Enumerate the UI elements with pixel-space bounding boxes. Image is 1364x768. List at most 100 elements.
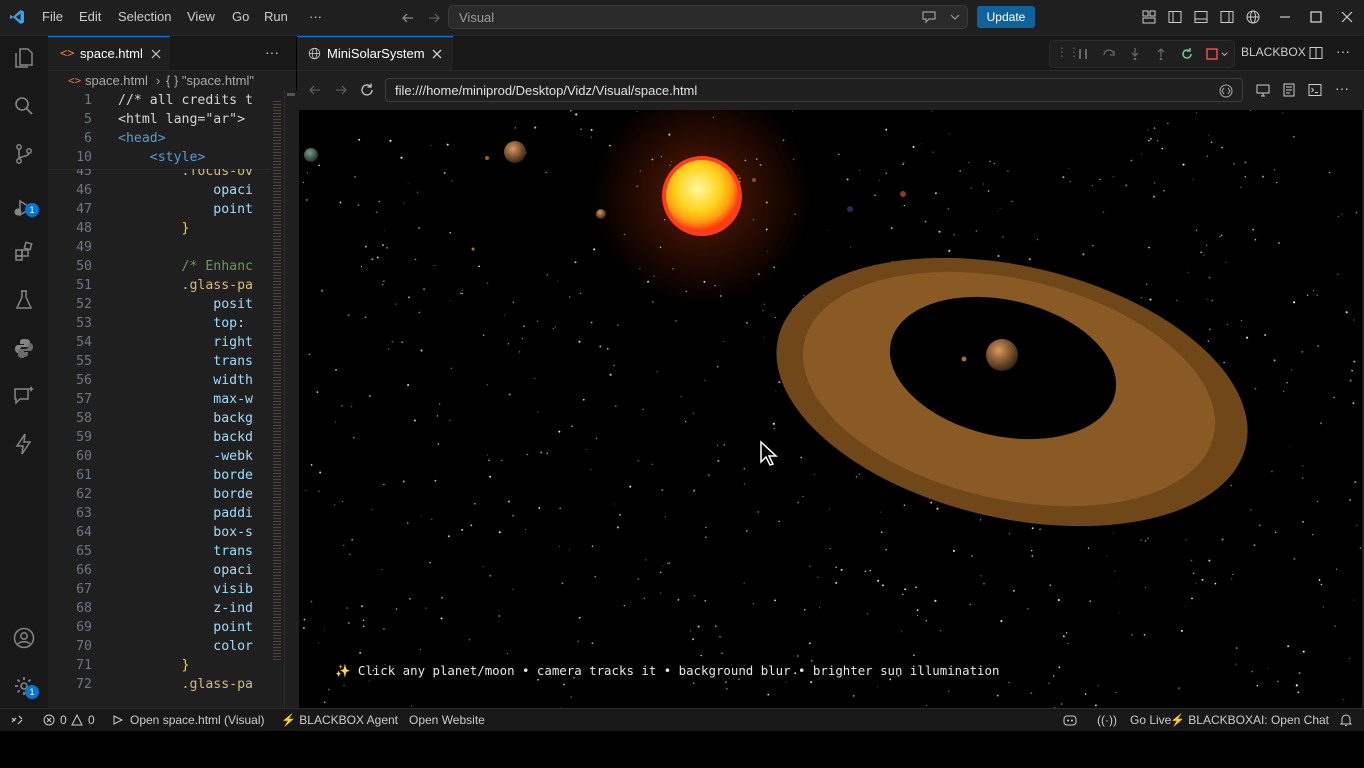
- code-line[interactable]: visib: [118, 582, 253, 597]
- menu-selection[interactable]: Selection: [118, 9, 171, 24]
- lightning-icon[interactable]: [12, 432, 36, 456]
- notifications-bell-icon[interactable]: [1339, 713, 1353, 727]
- extensions-icon[interactable]: [12, 240, 36, 264]
- copilot-icon[interactable]: [1062, 713, 1078, 727]
- blackbox-label[interactable]: BLACKBOX: [1241, 45, 1306, 59]
- tab-mini-solar-system[interactable]: MiniSolarSystem: [297, 36, 453, 70]
- browser-back-icon[interactable]: [307, 82, 323, 98]
- moon[interactable]: [752, 178, 756, 182]
- blackbox-open-chat-status[interactable]: ⚡ BLACKBOXAI: Open Chat: [1170, 713, 1329, 727]
- forward-arrow-icon[interactable]: [426, 10, 442, 26]
- code-line[interactable]: point: [118, 202, 253, 217]
- tab-space-html[interactable]: <> space.html: [48, 36, 170, 70]
- code-line[interactable]: <style>: [118, 150, 206, 165]
- close-tab-icon[interactable]: [431, 48, 443, 60]
- menu-view[interactable]: View: [187, 9, 215, 24]
- code-line[interactable]: max-w: [118, 392, 253, 407]
- minimize-icon[interactable]: [1277, 9, 1293, 25]
- open-website-status[interactable]: Open Website: [409, 713, 485, 727]
- code-line[interactable]: }: [118, 658, 190, 673]
- code-area[interactable]: 45 .focus-ov 46 opaci 47 point 48 } 49 50 /* …: [48, 169, 270, 708]
- code-line[interactable]: width: [118, 373, 253, 388]
- toggle-secondary-sidebar-icon[interactable]: [1219, 9, 1235, 25]
- blackbox-agent-status[interactable]: ⚡ BLACKBOX Agent: [281, 713, 398, 727]
- code-line[interactable]: <head>: [118, 131, 166, 146]
- scrollbar-thumb[interactable]: [287, 93, 295, 96]
- moon[interactable]: [485, 156, 489, 160]
- toggle-panel-icon[interactable]: [1193, 9, 1209, 25]
- more-actions-icon[interactable]: ···: [265, 44, 279, 60]
- step-out-icon[interactable]: [1154, 47, 1168, 61]
- source-control-icon[interactable]: [12, 142, 36, 166]
- code-line[interactable]: borde: [118, 468, 253, 483]
- command-center-search[interactable]: Visual: [448, 5, 968, 29]
- python-icon[interactable]: [12, 336, 36, 360]
- code-line[interactable]: point: [118, 620, 253, 635]
- devtools-toggle-icon[interactable]: [1218, 83, 1234, 99]
- planet-small[interactable]: [900, 191, 906, 197]
- close-tab-icon[interactable]: [150, 48, 162, 60]
- moon[interactable]: [471, 247, 475, 251]
- moon[interactable]: [961, 356, 967, 362]
- menu-run[interactable]: Run: [264, 9, 288, 24]
- account-icon[interactable]: [12, 626, 36, 650]
- menu-more[interactable]: ···: [309, 9, 322, 24]
- toggle-primary-sidebar-icon[interactable]: [1167, 9, 1183, 25]
- go-live-status[interactable]: Go Live: [1130, 713, 1171, 727]
- more-actions-icon[interactable]: ···: [1336, 43, 1350, 59]
- warning-icon[interactable]: [71, 714, 83, 726]
- code-line[interactable]: /* Enhanc: [118, 259, 253, 274]
- step-into-icon[interactable]: [1128, 47, 1142, 61]
- code-line[interactable]: opaci: [118, 183, 253, 198]
- copilot-chat-icon[interactable]: [921, 9, 939, 25]
- open-in-browser-icon[interactable]: [1255, 82, 1271, 98]
- editor-scrollbar[interactable]: [284, 91, 297, 708]
- planet[interactable]: [504, 141, 526, 163]
- step-over-icon[interactable]: [1102, 47, 1116, 61]
- code-line[interactable]: paddi: [118, 506, 253, 521]
- testing-flask-icon[interactable]: [12, 288, 36, 312]
- code-line[interactable]: <html lang="ar">: [118, 112, 245, 127]
- code-line[interactable]: right: [118, 335, 253, 350]
- terminal-icon[interactable]: [1307, 82, 1323, 98]
- code-line[interactable]: top:: [118, 316, 253, 331]
- chat-ai-icon[interactable]: [12, 384, 36, 408]
- minimap[interactable]: [270, 91, 284, 708]
- vscode-logo-icon[interactable]: [9, 9, 25, 25]
- close-window-icon[interactable]: [1339, 9, 1355, 25]
- code-line[interactable]: //* all credits t: [118, 93, 253, 108]
- reader-icon[interactable]: [1281, 82, 1297, 98]
- code-line[interactable]: posit: [118, 297, 253, 312]
- menu-edit[interactable]: Edit: [79, 9, 101, 24]
- code-line[interactable]: trans: [118, 354, 253, 369]
- restart-icon[interactable]: [1180, 47, 1194, 61]
- back-arrow-icon[interactable]: [400, 10, 416, 26]
- search-icon[interactable]: [12, 94, 36, 118]
- url-bar[interactable]: file:///home/miniprod/Desktop/Vidz/Visua…: [385, 78, 1243, 102]
- solar-system-canvas[interactable]: ✨ Click any planet/moon • camera tracks …: [299, 110, 1362, 708]
- customize-layout-icon[interactable]: [1141, 9, 1157, 25]
- warning-count[interactable]: 0: [88, 713, 95, 727]
- more-actions-icon[interactable]: ···: [1335, 80, 1349, 96]
- sun[interactable]: [662, 156, 742, 236]
- code-line[interactable]: backg: [118, 411, 253, 426]
- code-line[interactable]: box-s: [118, 525, 253, 540]
- planet-center[interactable]: [986, 339, 1018, 371]
- code-line[interactable]: trans: [118, 544, 253, 559]
- planet-green[interactable]: [304, 148, 318, 162]
- chevron-down-icon[interactable]: [949, 11, 961, 23]
- code-line[interactable]: .glass-pa: [118, 278, 253, 293]
- stop-icon[interactable]: [1205, 47, 1219, 61]
- globe-icon[interactable]: [1245, 9, 1261, 25]
- planet-blue[interactable]: [847, 206, 853, 212]
- update-button[interactable]: Update: [977, 6, 1035, 28]
- planet[interactable]: [596, 209, 606, 219]
- explorer-icon[interactable]: [12, 46, 36, 70]
- code-line[interactable]: z-ind: [118, 601, 253, 616]
- code-line[interactable]: -webk: [118, 449, 253, 464]
- open-file-status[interactable]: Open space.html (Visual): [130, 713, 265, 727]
- remote-icon[interactable]: [10, 713, 24, 727]
- code-line[interactable]: .focus-ov: [118, 169, 253, 179]
- browser-reload-icon[interactable]: [359, 82, 375, 98]
- code-line[interactable]: .glass-pa: [118, 677, 253, 692]
